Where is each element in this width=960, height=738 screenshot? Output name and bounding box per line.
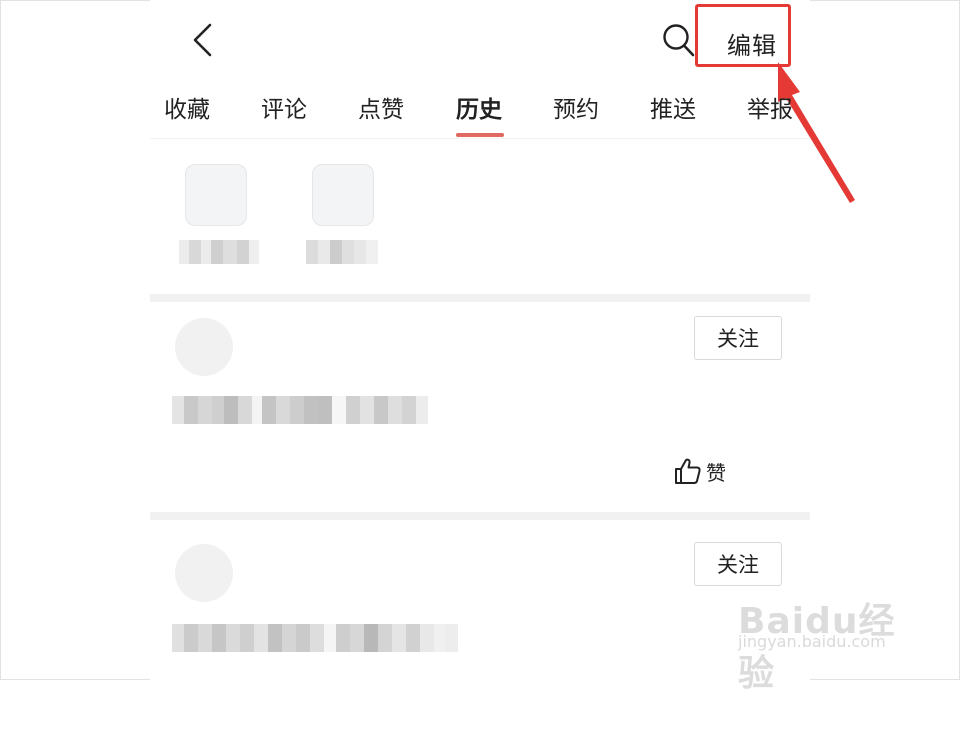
blurred-content [172,624,458,652]
thumbs-up-icon [675,458,701,484]
search-icon[interactable] [662,22,696,58]
blurred-content [172,396,428,424]
follow-button[interactable]: 关注 [694,316,782,360]
active-tab-indicator [456,133,504,137]
tab-reservations[interactable]: 预约 [553,90,599,124]
blurred-label [306,240,378,264]
tab-comments[interactable]: 评论 [261,90,307,124]
avatar[interactable] [175,544,233,602]
history-app-item[interactable] [179,164,275,274]
app-thumbnail [312,164,374,226]
like-button[interactable]: 赞 [674,454,726,488]
highlight-box [695,4,791,67]
watermark-url: jingyan.baidu.com [738,632,886,651]
app-thumbnail [185,164,247,226]
section-divider [150,512,810,520]
section-divider [150,294,810,302]
watermark: Baidu经验 jingyan.baidu.com [738,592,918,694]
like-label: 赞 [706,460,726,485]
feed-card: 关注 [150,528,810,738]
tab-push[interactable]: 推送 [650,90,696,124]
history-app-item[interactable] [306,164,402,274]
feed-card: 关注 赞 [150,302,810,512]
avatar[interactable] [175,318,233,376]
app-screen: 编辑 收藏 评论 点赞 历史 预约 推送 举报 关注 赞 关注 [150,0,855,680]
tab-history[interactable]: 历史 [456,90,502,124]
tab-favorites[interactable]: 收藏 [164,90,210,124]
tab-bar: 收藏 评论 点赞 历史 预约 推送 举报 [150,90,810,138]
blurred-label [179,240,259,264]
tab-reports[interactable]: 举报 [747,90,793,124]
chevron-left-icon[interactable] [190,22,216,58]
tab-likes[interactable]: 点赞 [358,90,404,124]
follow-button[interactable]: 关注 [694,542,782,586]
tabs-divider [150,138,810,139]
